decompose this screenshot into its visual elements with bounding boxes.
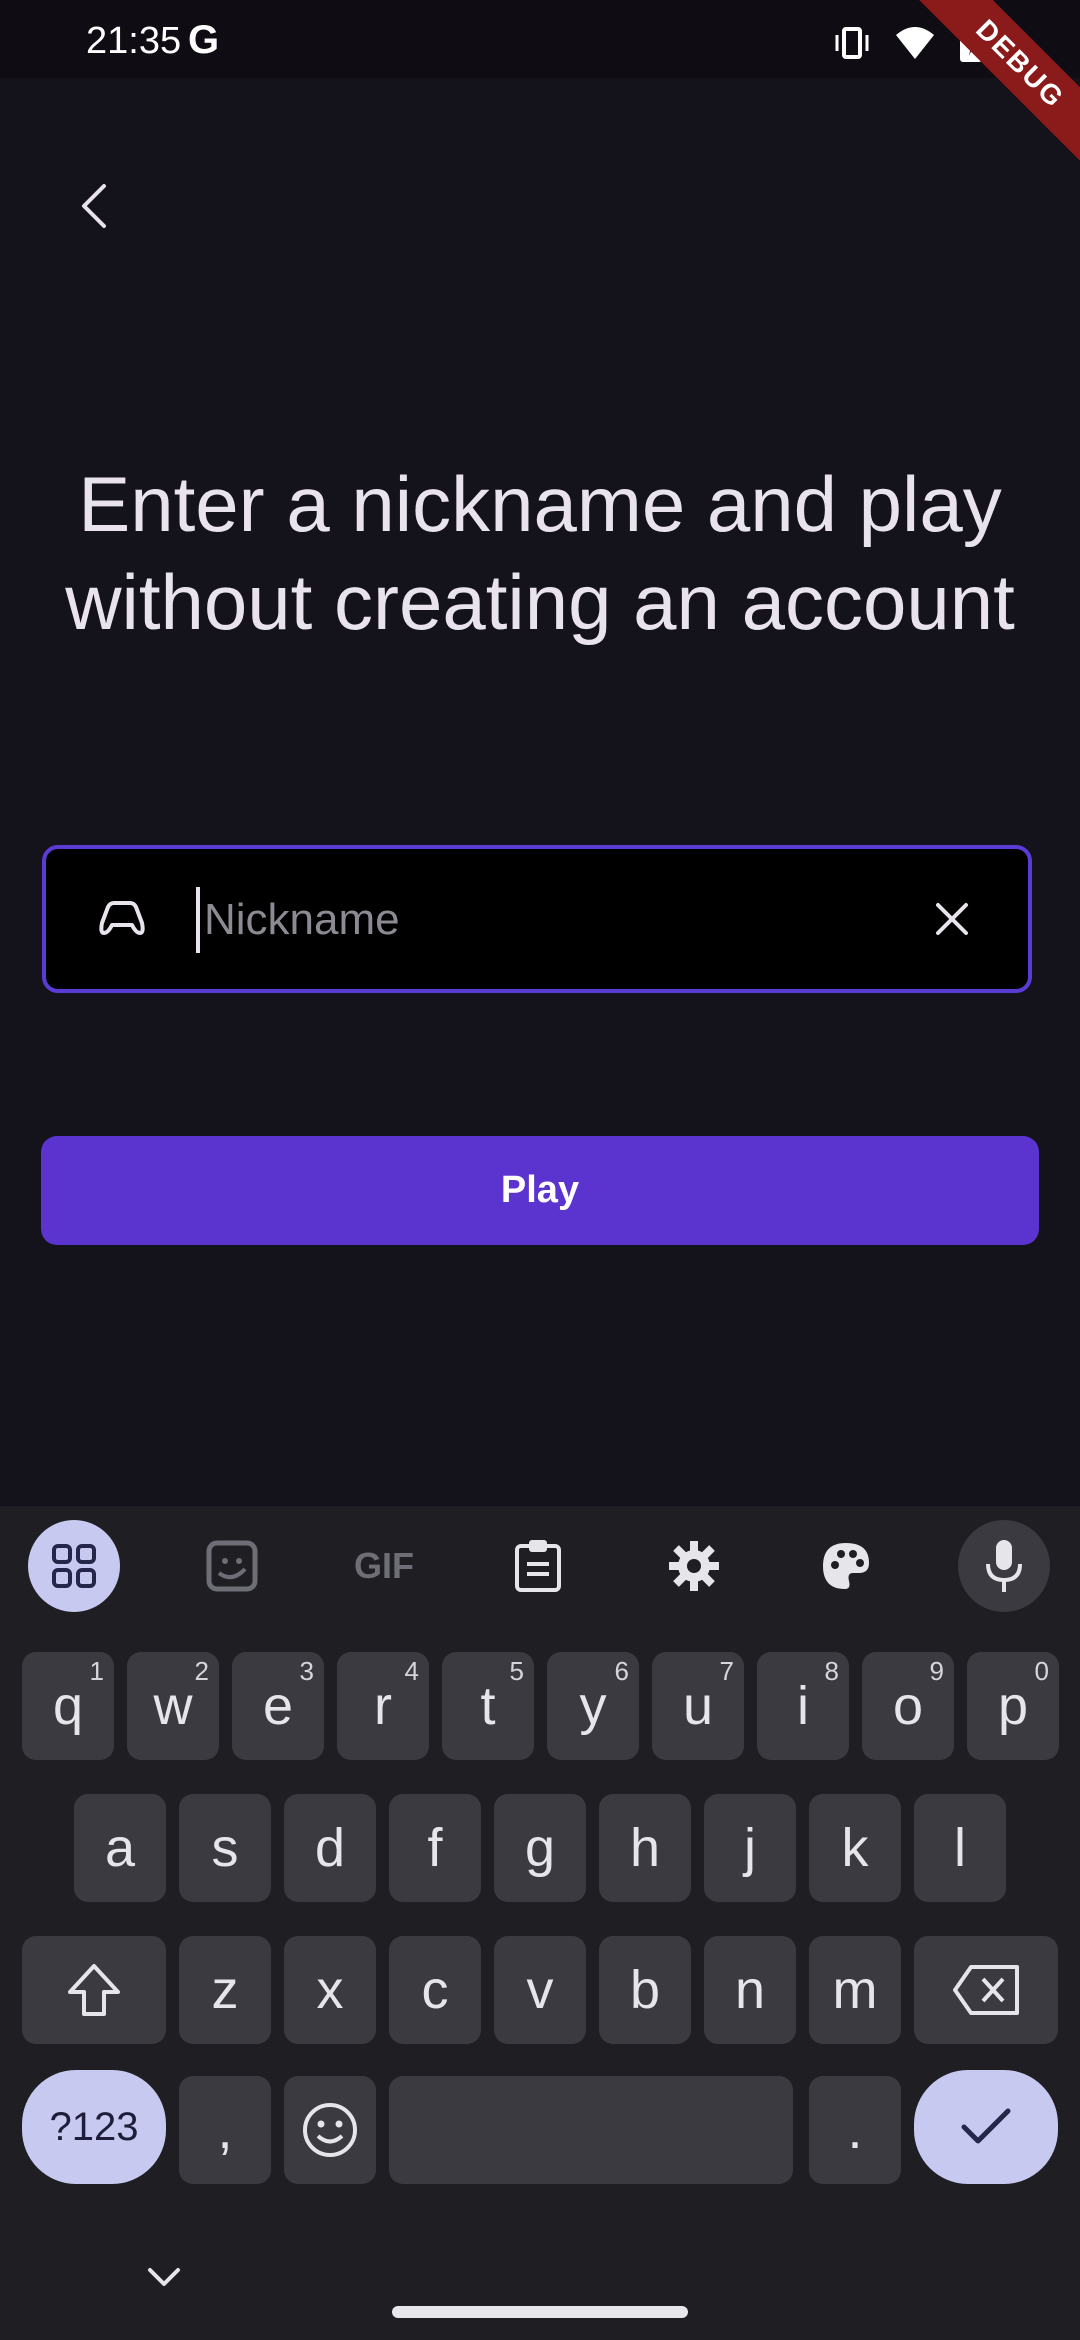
key-g[interactable]: g: [494, 1794, 586, 1902]
key-m[interactable]: m: [809, 1936, 901, 2044]
mic-icon[interactable]: [958, 1520, 1050, 1612]
apps-icon[interactable]: [28, 1520, 120, 1612]
key-l[interactable]: l: [914, 1794, 1006, 1902]
key-hint: 0: [1034, 1656, 1049, 1686]
key-j[interactable]: j: [704, 1794, 796, 1902]
key-q[interactable]: q1: [22, 1652, 114, 1760]
google-g-icon: G: [188, 18, 220, 62]
key-s[interactable]: s: [179, 1794, 271, 1902]
nickname-field[interactable]: [42, 845, 1032, 993]
key-r[interactable]: r4: [337, 1652, 429, 1760]
palette-icon[interactable]: [800, 1520, 892, 1612]
key-c[interactable]: c: [389, 1936, 481, 2044]
key-a[interactable]: a: [74, 1794, 166, 1902]
gamepad-icon: [96, 893, 148, 945]
gif-icon[interactable]: GIF: [338, 1520, 430, 1612]
keyboard-toolbar: GIF: [0, 1506, 1080, 1626]
check-icon: [961, 2108, 1011, 2144]
key-label: o: [892, 1676, 924, 1736]
key-label: p: [997, 1676, 1029, 1736]
vibrate-icon: [832, 23, 872, 68]
keyboard: GIF q1 w2 e3 r4 t5 y6 u7 i8 o9 p0 a s d …: [0, 1506, 1080, 2340]
key-v[interactable]: v: [494, 1936, 586, 2044]
emoji-icon: [303, 2103, 357, 2157]
home-indicator[interactable]: [392, 2306, 688, 2318]
key-i[interactable]: i8: [757, 1652, 849, 1760]
status-time: 21:35: [86, 20, 182, 62]
chevron-down-icon: [148, 2268, 180, 2286]
backspace-key[interactable]: [914, 1936, 1058, 2044]
key-hint: 7: [719, 1656, 734, 1686]
page-title: Enter a nickname and play without creati…: [65, 460, 1015, 646]
period-key[interactable]: .: [809, 2076, 901, 2184]
key-f[interactable]: f: [389, 1794, 481, 1902]
nickname-input[interactable]: [202, 879, 906, 961]
key-hint: 6: [614, 1656, 629, 1686]
key-hint: 2: [194, 1656, 209, 1686]
space-key[interactable]: [389, 2076, 793, 2184]
play-button[interactable]: Play: [41, 1136, 1039, 1245]
shift-key[interactable]: [22, 1936, 166, 2044]
key-hint: 5: [509, 1656, 524, 1686]
key-hint: 8: [824, 1656, 839, 1686]
clipboard-icon[interactable]: [492, 1520, 584, 1612]
key-w[interactable]: w2: [127, 1652, 219, 1760]
shift-icon: [68, 1964, 120, 2016]
key-h[interactable]: h: [599, 1794, 691, 1902]
symbols-key[interactable]: ?123: [22, 2070, 166, 2184]
backspace-icon: [953, 1965, 1019, 2015]
key-hint: 1: [89, 1656, 104, 1686]
key-hint: 3: [299, 1656, 314, 1686]
key-hint: 9: [929, 1656, 944, 1686]
key-label: y: [579, 1676, 607, 1736]
enter-key[interactable]: [914, 2070, 1058, 2184]
key-k[interactable]: k: [809, 1794, 901, 1902]
key-label: e: [262, 1676, 294, 1736]
key-hint: 4: [404, 1656, 419, 1686]
back-button[interactable]: [60, 170, 132, 242]
key-b[interactable]: b: [599, 1936, 691, 2044]
key-x[interactable]: x: [284, 1936, 376, 2044]
chevron-left-icon: [82, 184, 106, 228]
hide-keyboard-button[interactable]: [144, 2264, 184, 2292]
key-label: t: [480, 1676, 496, 1736]
text-caret: [196, 887, 200, 953]
close-icon: [936, 903, 968, 935]
key-o[interactable]: o9: [862, 1652, 954, 1760]
key-label: r: [374, 1676, 392, 1736]
key-z[interactable]: z: [179, 1936, 271, 2044]
key-label: i: [797, 1676, 809, 1736]
emoji-key[interactable]: [284, 2076, 376, 2184]
key-n[interactable]: n: [704, 1936, 796, 2044]
key-y[interactable]: y6: [547, 1652, 639, 1760]
key-p[interactable]: p0: [967, 1652, 1059, 1760]
key-d[interactable]: d: [284, 1794, 376, 1902]
sticker-icon[interactable]: [186, 1520, 278, 1612]
key-u[interactable]: u7: [652, 1652, 744, 1760]
key-t[interactable]: t5: [442, 1652, 534, 1760]
key-label: u: [682, 1676, 714, 1736]
key-label: q: [52, 1676, 84, 1736]
comma-key[interactable]: ,: [179, 2076, 271, 2184]
status-bar: 21:35 G DEBUG: [0, 0, 1080, 175]
clear-button[interactable]: [926, 893, 978, 945]
settings-icon[interactable]: [648, 1520, 740, 1612]
wifi-icon: [894, 23, 936, 68]
key-e[interactable]: e3: [232, 1652, 324, 1760]
key-label: w: [153, 1676, 193, 1736]
